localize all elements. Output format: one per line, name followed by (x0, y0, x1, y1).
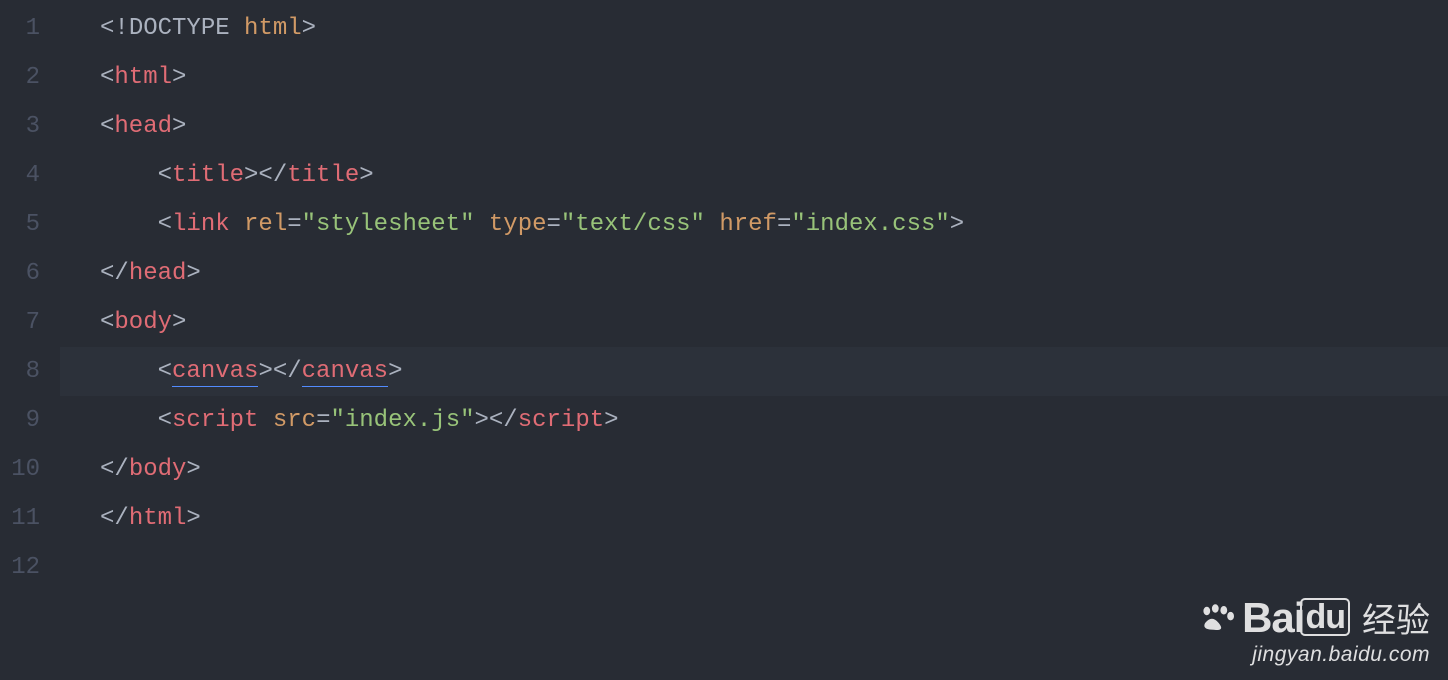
code-area[interactable]: <!DOCTYPE html><html><head> <title></tit… (60, 0, 1448, 680)
code-line[interactable]: </body> (60, 445, 1448, 494)
token-punct: </ (100, 260, 129, 287)
code-editor[interactable]: 123456789101112 <!DOCTYPE html><html><he… (0, 0, 1448, 680)
token-punct: ></ (244, 162, 287, 189)
line-number: 5 (0, 200, 40, 249)
token-punct (230, 15, 244, 42)
token-tag: script (172, 407, 258, 434)
token-punct: > (359, 162, 373, 189)
token-tag: canvas (302, 358, 388, 387)
code-line[interactable]: </head> (60, 249, 1448, 298)
token-punct (705, 211, 719, 238)
token-punct: < (100, 113, 114, 140)
token-punct (258, 407, 272, 434)
token-punct: > (172, 309, 186, 336)
code-line[interactable]: <html> (60, 53, 1448, 102)
token-punct: < (158, 358, 172, 385)
token-tag: body (114, 309, 172, 336)
token-punct: ></ (258, 358, 301, 385)
token-punct: < (100, 309, 114, 336)
code-line[interactable]: <body> (60, 298, 1448, 347)
token-tag: title (287, 162, 359, 189)
token-attr: html (244, 15, 302, 42)
token-tag: html (129, 505, 187, 532)
token-punct: > (186, 505, 200, 532)
token-punct: < (158, 162, 172, 189)
line-number: 10 (0, 445, 40, 494)
token-eq: = (777, 211, 791, 238)
code-line[interactable]: <script src="index.js"></script> (60, 396, 1448, 445)
line-number: 12 (0, 543, 40, 592)
token-punct: < (158, 407, 172, 434)
token-punct (474, 211, 488, 238)
code-line[interactable]: <!DOCTYPE html> (60, 4, 1448, 53)
token-eq: = (547, 211, 561, 238)
code-line[interactable]: </html> (60, 494, 1448, 543)
token-attr: type (489, 211, 547, 238)
token-punct: > (388, 358, 402, 385)
token-tag: canvas (172, 358, 258, 387)
token-punct: > (186, 260, 200, 287)
code-line[interactable]: <link rel="stylesheet" type="text/css" h… (60, 200, 1448, 249)
line-number: 6 (0, 249, 40, 298)
token-tag: link (172, 211, 230, 238)
token-tag: title (172, 162, 244, 189)
token-punct: < (100, 64, 114, 91)
token-attr: href (719, 211, 777, 238)
token-attr: src (273, 407, 316, 434)
line-number: 9 (0, 396, 40, 445)
token-attr: rel (244, 211, 287, 238)
token-str: "text/css" (561, 211, 705, 238)
token-str: "index.js" (330, 407, 474, 434)
line-number: 2 (0, 53, 40, 102)
line-number: 3 (0, 102, 40, 151)
token-tag: body (129, 456, 187, 483)
token-doct: DOCTYPE (129, 15, 230, 42)
token-eq: = (287, 211, 301, 238)
token-punct: > (172, 64, 186, 91)
token-eq: = (316, 407, 330, 434)
token-str: "stylesheet" (302, 211, 475, 238)
token-punct: > (604, 407, 618, 434)
token-punct: > (950, 211, 964, 238)
token-punct: > (186, 456, 200, 483)
line-number: 8 (0, 347, 40, 396)
line-number: 4 (0, 151, 40, 200)
token-punct: > (172, 113, 186, 140)
code-line[interactable]: <head> (60, 102, 1448, 151)
token-str: "index.css" (791, 211, 949, 238)
token-punct: </ (100, 456, 129, 483)
token-punct: < (158, 211, 172, 238)
token-tag: html (114, 64, 172, 91)
token-punct: ></ (475, 407, 518, 434)
token-punct: </ (100, 505, 129, 532)
token-punct: > (302, 15, 316, 42)
line-number: 7 (0, 298, 40, 347)
token-punct: <! (100, 15, 129, 42)
token-tag: head (114, 113, 172, 140)
token-punct (230, 211, 244, 238)
code-line[interactable]: <canvas></canvas> (60, 347, 1448, 396)
line-number-gutter: 123456789101112 (0, 0, 60, 680)
code-line[interactable] (60, 543, 1448, 592)
code-line[interactable]: <title></title> (60, 151, 1448, 200)
token-tag: script (518, 407, 604, 434)
token-tag: head (129, 260, 187, 287)
line-number: 1 (0, 4, 40, 53)
line-number: 11 (0, 494, 40, 543)
